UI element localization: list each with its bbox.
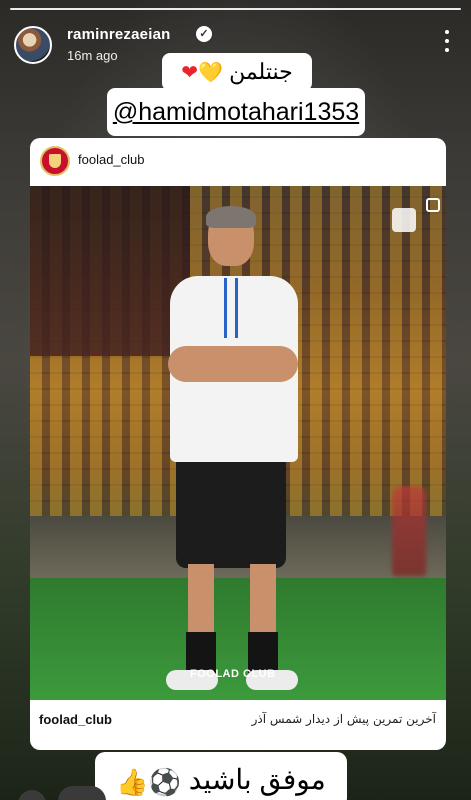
camera-reply-icon[interactable] [18,790,46,800]
story-progress-bar [10,8,461,10]
coach-lanyard [224,278,238,338]
story-time: 16m ago [67,48,118,63]
club-crest-watermark-icon [392,208,416,232]
shared-post-username[interactable]: foolad_club [78,152,145,167]
username[interactable]: raminrezaeian [67,26,170,43]
text-sticker-gentleman: ❤💛 جنتلمن [162,53,312,91]
red-heart-icon: ❤ [181,62,199,85]
coach-hair [206,206,256,228]
sticker-text-good-luck: موفق باشید [188,764,326,795]
shared-post-card[interactable]: foolad_club FOOLAD CLUB foolad_club آخری… [30,138,446,750]
mention-text[interactable]: @hamidmotahari1353 [113,98,359,126]
verified-badge-icon: ✓ [196,26,212,42]
reply-button[interactable] [58,786,106,800]
text-sticker-good-luck: 👍⚽ موفق باشید [95,752,347,800]
post-caption: آخرین تمرین پیش از دیدار شمس آذر [251,712,436,726]
footer-username[interactable]: foolad_club [39,712,112,727]
coach-figure [162,206,302,694]
thumbs-up-icon: 👍 [116,766,149,797]
user-avatar[interactable] [14,26,52,64]
more-vertical-icon[interactable] [443,30,451,52]
photo-watermark: FOOLAD CLUB [190,668,276,680]
coach-folded-arms [168,346,298,382]
background-player [392,486,426,576]
club-logo-icon[interactable] [40,146,70,176]
shared-post-footer: foolad_club آخرین تمرین پیش از دیدار شمس… [30,700,446,750]
yellow-heart-icon: 💛 [198,62,223,85]
shared-post-header: foolad_club [30,138,446,186]
coach-shorts [176,458,286,568]
soccer-ball-icon: ⚽ [148,766,182,797]
multi-photo-icon [426,198,440,212]
sticker-text-gentleman: جنتلمن [229,59,293,84]
story-viewer[interactable]: raminrezaeian ✓ 16m ago ❤💛 جنتلمن @hamid… [0,0,471,800]
post-photo[interactable]: FOOLAD CLUB [30,186,446,700]
mention-sticker[interactable]: @hamidmotahari1353 [107,88,365,136]
